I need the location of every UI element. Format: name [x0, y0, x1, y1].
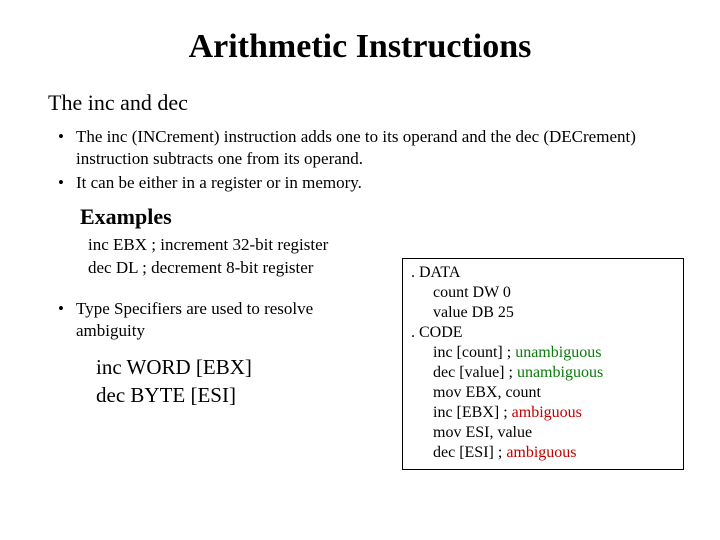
code-box: . DATA count DW 0 value DB 25 . CODE inc…	[402, 258, 684, 470]
comment-ok: unambiguous	[517, 364, 603, 381]
comment-ok: unambiguous	[515, 344, 601, 361]
section-subtitle: The inc and dec	[48, 90, 672, 116]
code-line: mov EBX, count	[411, 383, 675, 403]
code-line: value DB 25	[411, 303, 675, 323]
code-line: count DW 0	[411, 283, 675, 303]
code-line: mov ESI, value	[411, 423, 675, 443]
example-line-1: inc EBX ; increment 32-bit register	[88, 234, 672, 257]
examples-heading: Examples	[80, 204, 672, 230]
bullet-item-2: It can be either in a register or in mem…	[54, 172, 672, 194]
code-line: dec [value] ; unambiguous	[411, 363, 675, 383]
code-line: inc [count] ; unambiguous	[411, 343, 675, 363]
bullet-item-3: Type Specifiers are used to resolve ambi…	[54, 298, 324, 342]
code-line: . DATA	[411, 263, 675, 283]
code-line: dec [ESI] ; ambiguous	[411, 443, 675, 463]
code-line: inc [EBX] ; ambiguous	[411, 403, 675, 423]
slide-title: Arithmetic Instructions	[48, 28, 672, 66]
comment-bad: ambiguous	[506, 444, 576, 461]
code-line: . CODE	[411, 323, 675, 343]
bullet-item-1: The inc (INCrement) instruction adds one…	[54, 126, 672, 170]
comment-bad: ambiguous	[512, 404, 582, 421]
